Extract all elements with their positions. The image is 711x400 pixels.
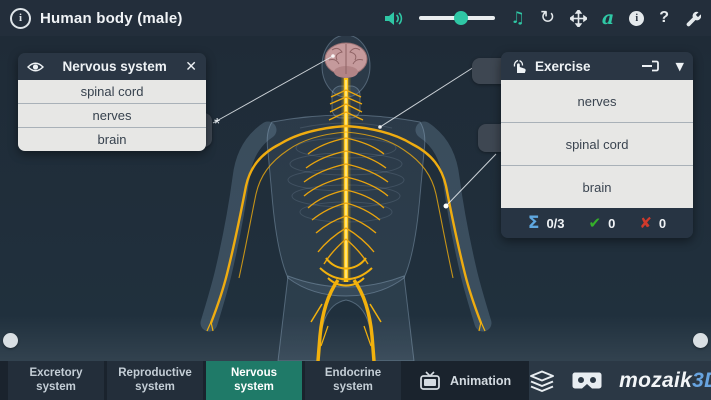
info-icon[interactable]: i — [629, 11, 644, 26]
nervous-system-panel-title: Nervous system — [44, 59, 185, 74]
nervous-system-panel-header[interactable]: Nervous system ✕ — [18, 53, 206, 80]
list-item-spinal-cord[interactable]: spinal cord — [18, 80, 206, 103]
volume-slider-thumb[interactable] — [454, 11, 468, 25]
speaker-icon[interactable] — [384, 10, 404, 27]
move-icon[interactable] — [570, 10, 587, 27]
score-wrong: 0 — [659, 216, 666, 231]
dock-panel-icon[interactable] — [641, 59, 660, 73]
bottom-tab-bar: Excretory system Reproductive system Ner… — [0, 361, 711, 400]
nervous-system-panel-list: spinal cord nerves brain — [18, 80, 206, 151]
reset-view-icon[interactable]: ↻ — [540, 9, 555, 27]
help-icon[interactable]: ? — [659, 9, 669, 27]
exercise-score-bar: Σ 0/3 ✔ 0 ✘ 0 — [501, 208, 693, 238]
close-icon[interactable]: ✕ — [185, 59, 197, 75]
exercise-panel-header[interactable]: Exercise ▼ — [501, 52, 693, 80]
correct-check-icon: ✔ — [589, 214, 602, 232]
exercise-slot-brain[interactable]: brain — [501, 165, 693, 208]
collapse-chevron-icon[interactable]: ▼ — [676, 60, 684, 73]
score-correct: 0 — [608, 216, 615, 231]
score-total: 0/3 — [546, 216, 564, 231]
list-item-brain[interactable]: brain — [18, 127, 206, 151]
animation-button[interactable]: Animation — [401, 361, 529, 400]
tab-nervous-system[interactable]: Nervous system — [206, 361, 302, 400]
logo-text-mozaik: mozaik — [619, 369, 692, 392]
right-rotate-handle[interactable] — [693, 333, 708, 348]
logo-text-3d: 3D — [692, 369, 711, 392]
sigma-total-icon: Σ — [528, 213, 540, 233]
scene-info-icon[interactable]: i — [10, 8, 31, 29]
exercise-slot-list: nerves spinal cord brain — [501, 80, 693, 208]
page-title: Human body (male) — [40, 10, 183, 27]
layers-icon[interactable] — [529, 370, 555, 392]
left-rotate-handle[interactable] — [3, 333, 18, 348]
vr-goggles-icon[interactable] — [572, 371, 602, 390]
system-tabs: Excretory system Reproductive system Ner… — [0, 361, 401, 400]
tab-endocrine-system[interactable]: Endocrine system — [305, 361, 401, 400]
animation-label: Animation — [450, 374, 511, 388]
list-item-nerves[interactable]: nerves — [18, 103, 206, 127]
bottom-right-group: mozaik3D — [529, 361, 711, 400]
exercise-slot-spinal-cord[interactable]: spinal cord — [501, 122, 693, 165]
exercise-panel-title: Exercise — [535, 59, 591, 74]
settings-wrench-icon[interactable] — [684, 10, 701, 27]
labels-toggle-icon[interactable]: a — [602, 7, 614, 29]
tv-icon — [419, 371, 441, 390]
toolbar-actions: ♫ ↻ a i ? — [384, 7, 701, 29]
top-toolbar: i Human body (male) ♫ ↻ a i ? — [0, 0, 711, 36]
tab-excretory-system[interactable]: Excretory system — [8, 361, 104, 400]
exercise-slot-nerves[interactable]: nerves — [501, 80, 693, 122]
3d-scene-viewport[interactable]: * Nervous system ✕ spinal cord nerves br… — [0, 36, 711, 361]
tab-reproductive-system[interactable]: Reproductive system — [107, 361, 203, 400]
eye-icon[interactable] — [27, 61, 44, 73]
nerves-model — [207, 78, 485, 361]
exercise-panel: Exercise ▼ nerves spinal cord brain Σ 0/… — [501, 52, 693, 238]
volume-slider[interactable] — [419, 16, 495, 20]
mozaik3d-logo: mozaik3D — [619, 369, 711, 393]
asterisk-marker: * — [214, 116, 220, 134]
drag-hand-icon — [510, 58, 528, 74]
wrong-cross-icon: ✘ — [639, 214, 652, 232]
mozaik3d-app-window: i Human body (male) ♫ ↻ a i ? — [0, 0, 711, 400]
nervous-system-panel: Nervous system ✕ spinal cord nerves brai… — [18, 53, 206, 151]
music-icon[interactable]: ♫ — [510, 10, 524, 26]
